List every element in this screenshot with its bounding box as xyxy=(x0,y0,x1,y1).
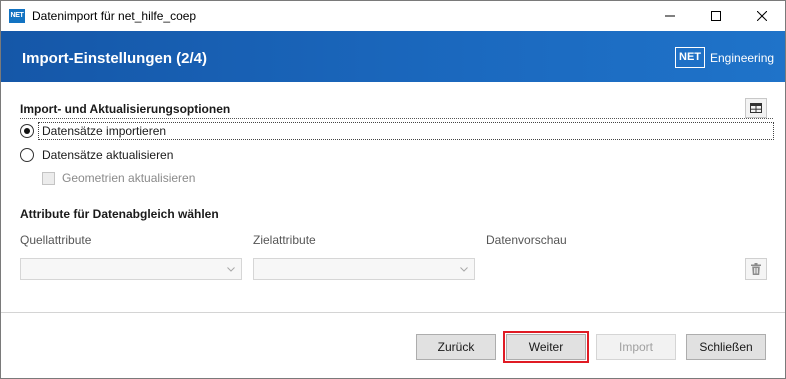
brand-name: Engineering xyxy=(710,51,775,65)
radio-update-row[interactable]: Datensätze aktualisieren xyxy=(20,145,173,165)
table-grid-icon xyxy=(750,103,762,113)
chevron-down-icon xyxy=(458,262,470,276)
title-bar: NET Datenimport für net_hilfe_coep xyxy=(1,1,785,31)
matching-section-title: Attribute für Datenabgleich wählen xyxy=(20,207,219,221)
geometry-checkbox-label: Geometrien aktualisieren xyxy=(62,171,196,185)
radio-import-label: Datensätze importieren xyxy=(42,124,167,138)
delete-mapping-button[interactable] xyxy=(745,258,767,280)
grid-view-button[interactable] xyxy=(745,98,767,118)
footer-divider xyxy=(1,312,785,313)
maximize-button[interactable] xyxy=(693,1,739,31)
header-banner: Import-Einstellungen (2/4) NET Engineeri… xyxy=(1,31,785,82)
source-attribute-select[interactable] xyxy=(20,258,242,280)
app-icon: NET xyxy=(9,9,25,23)
trash-icon xyxy=(751,263,761,275)
radio-update-label: Datensätze aktualisieren xyxy=(42,148,174,162)
target-attributes-label: Zielattribute xyxy=(253,233,316,247)
radio-import[interactable] xyxy=(20,124,34,138)
dialog-window: NET Datenimport für net_hilfe_coep Impor… xyxy=(0,0,786,379)
page-title: Import-Einstellungen (2/4) xyxy=(22,50,208,67)
minimize-icon xyxy=(665,15,675,17)
target-attribute-select[interactable] xyxy=(253,258,475,280)
radio-update[interactable] xyxy=(20,148,34,162)
brand-logo: NET xyxy=(675,47,705,68)
next-button[interactable]: Weiter xyxy=(503,331,589,363)
geometry-checkbox-row[interactable]: Geometrien aktualisieren xyxy=(42,168,195,188)
import-button[interactable]: Import xyxy=(596,334,676,360)
maximize-icon xyxy=(711,11,721,21)
section-divider xyxy=(20,118,773,119)
source-attributes-label: Quellattribute xyxy=(20,233,92,247)
close-icon xyxy=(757,11,767,21)
options-section-title: Import- und Aktualisierungsoptionen xyxy=(20,102,231,116)
chevron-down-icon xyxy=(225,262,237,276)
window-title: Datenimport für net_hilfe_coep xyxy=(32,9,197,23)
minimize-button[interactable] xyxy=(647,1,693,31)
back-button[interactable]: Zurück xyxy=(416,334,496,360)
close-button[interactable]: Schließen xyxy=(686,334,766,360)
geometry-checkbox[interactable] xyxy=(42,171,55,185)
data-preview-label: Datenvorschau xyxy=(486,233,567,247)
radio-import-row[interactable]: Datensätze importieren xyxy=(20,121,166,141)
close-window-button[interactable] xyxy=(739,1,785,31)
